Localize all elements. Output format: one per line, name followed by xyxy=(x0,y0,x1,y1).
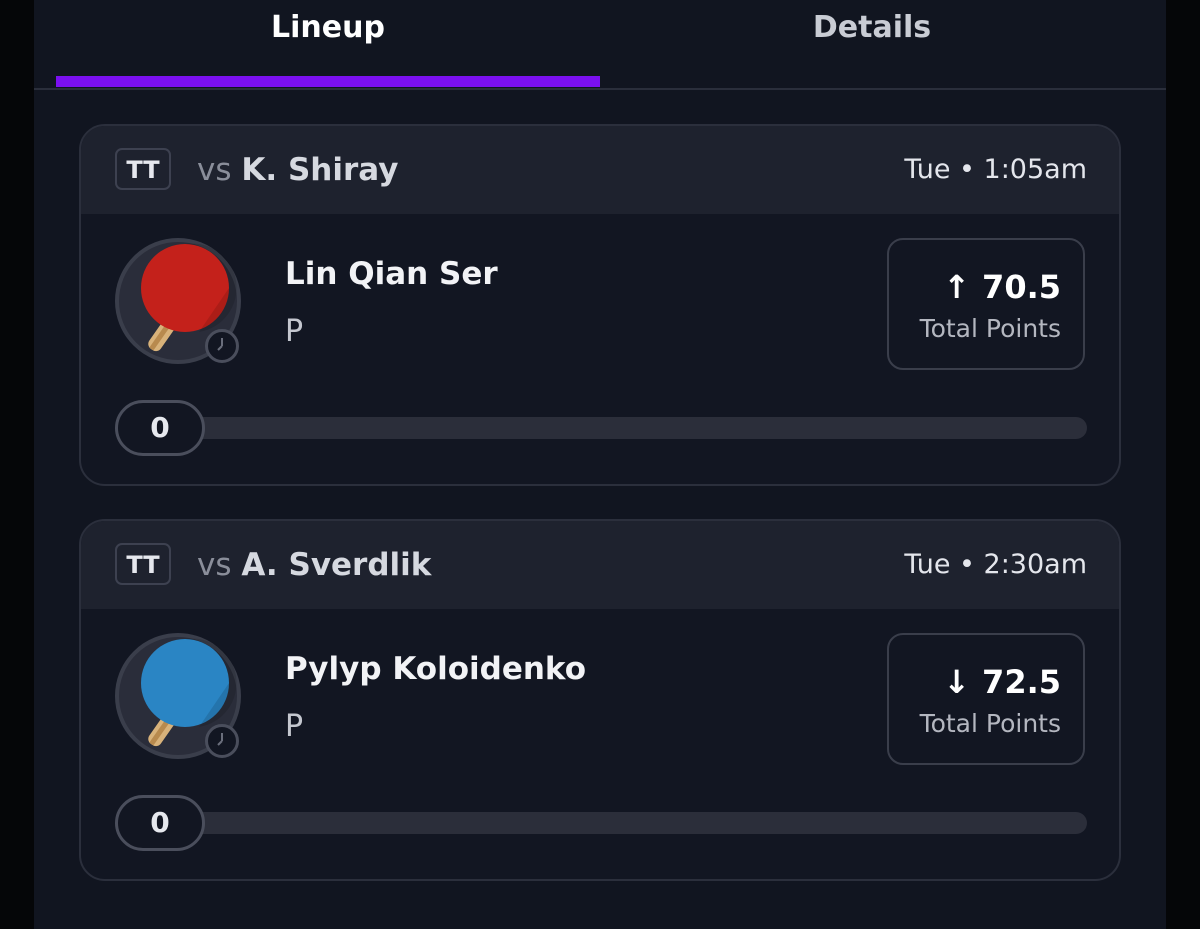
total-points-button[interactable]: ↑ 70.5 Total Points xyxy=(887,238,1085,370)
clock-icon xyxy=(205,329,239,363)
game-time: Tue • 1:05am xyxy=(904,154,1087,185)
total-points-button[interactable]: ↓ 72.5 Total Points xyxy=(887,633,1085,765)
clock-icon xyxy=(205,724,239,758)
opponent-name: A. Sverdlik xyxy=(241,547,432,583)
sport-badge: TT xyxy=(115,148,171,190)
tab-bar: Lineup Details xyxy=(34,0,1166,90)
progress-track xyxy=(117,417,1087,439)
active-tab-indicator xyxy=(56,76,600,87)
player-position: P xyxy=(285,709,304,744)
sport-badge: TT xyxy=(115,543,171,585)
points-value: 72.5 xyxy=(982,663,1061,701)
progress-value: 0 xyxy=(115,795,205,851)
tab-lineup[interactable]: Lineup xyxy=(56,6,600,50)
player-name: Lin Qian Ser xyxy=(285,256,498,292)
progress-value: 0 xyxy=(115,400,205,456)
tab-details[interactable]: Details xyxy=(600,6,1144,50)
card-header: TT vs A. Sverdlik Tue • 2:30am xyxy=(81,521,1119,609)
lineup-panel: Lineup Details TT vs K. Shiray Tue • 1:0… xyxy=(34,0,1166,929)
pick-card[interactable]: TT vs K. Shiray Tue • 1:05am Lin Qian Se… xyxy=(79,124,1121,486)
arrow-down-icon: ↓ xyxy=(943,663,971,701)
player-position: P xyxy=(285,314,304,349)
pick-card[interactable]: TT vs A. Sverdlik Tue • 2:30am Pylyp Kol… xyxy=(79,519,1121,881)
points-value: 70.5 xyxy=(982,268,1061,306)
points-label: Total Points xyxy=(919,314,1061,343)
player-name: Pylyp Koloidenko xyxy=(285,651,587,687)
points-label: Total Points xyxy=(919,709,1061,738)
game-time: Tue • 2:30am xyxy=(904,549,1087,580)
card-header: TT vs K. Shiray Tue • 1:05am xyxy=(81,126,1119,214)
vs-label: vs xyxy=(197,152,232,188)
arrow-up-icon: ↑ xyxy=(943,268,971,306)
opponent-label: vs K. Shiray xyxy=(197,148,398,192)
points-line: ↓ 72.5 xyxy=(943,663,1061,701)
opponent-label: vs A. Sverdlik xyxy=(197,543,431,587)
progress-track xyxy=(117,812,1087,834)
opponent-name: K. Shiray xyxy=(241,152,399,188)
points-line: ↑ 70.5 xyxy=(943,268,1061,306)
vs-label: vs xyxy=(197,547,232,583)
